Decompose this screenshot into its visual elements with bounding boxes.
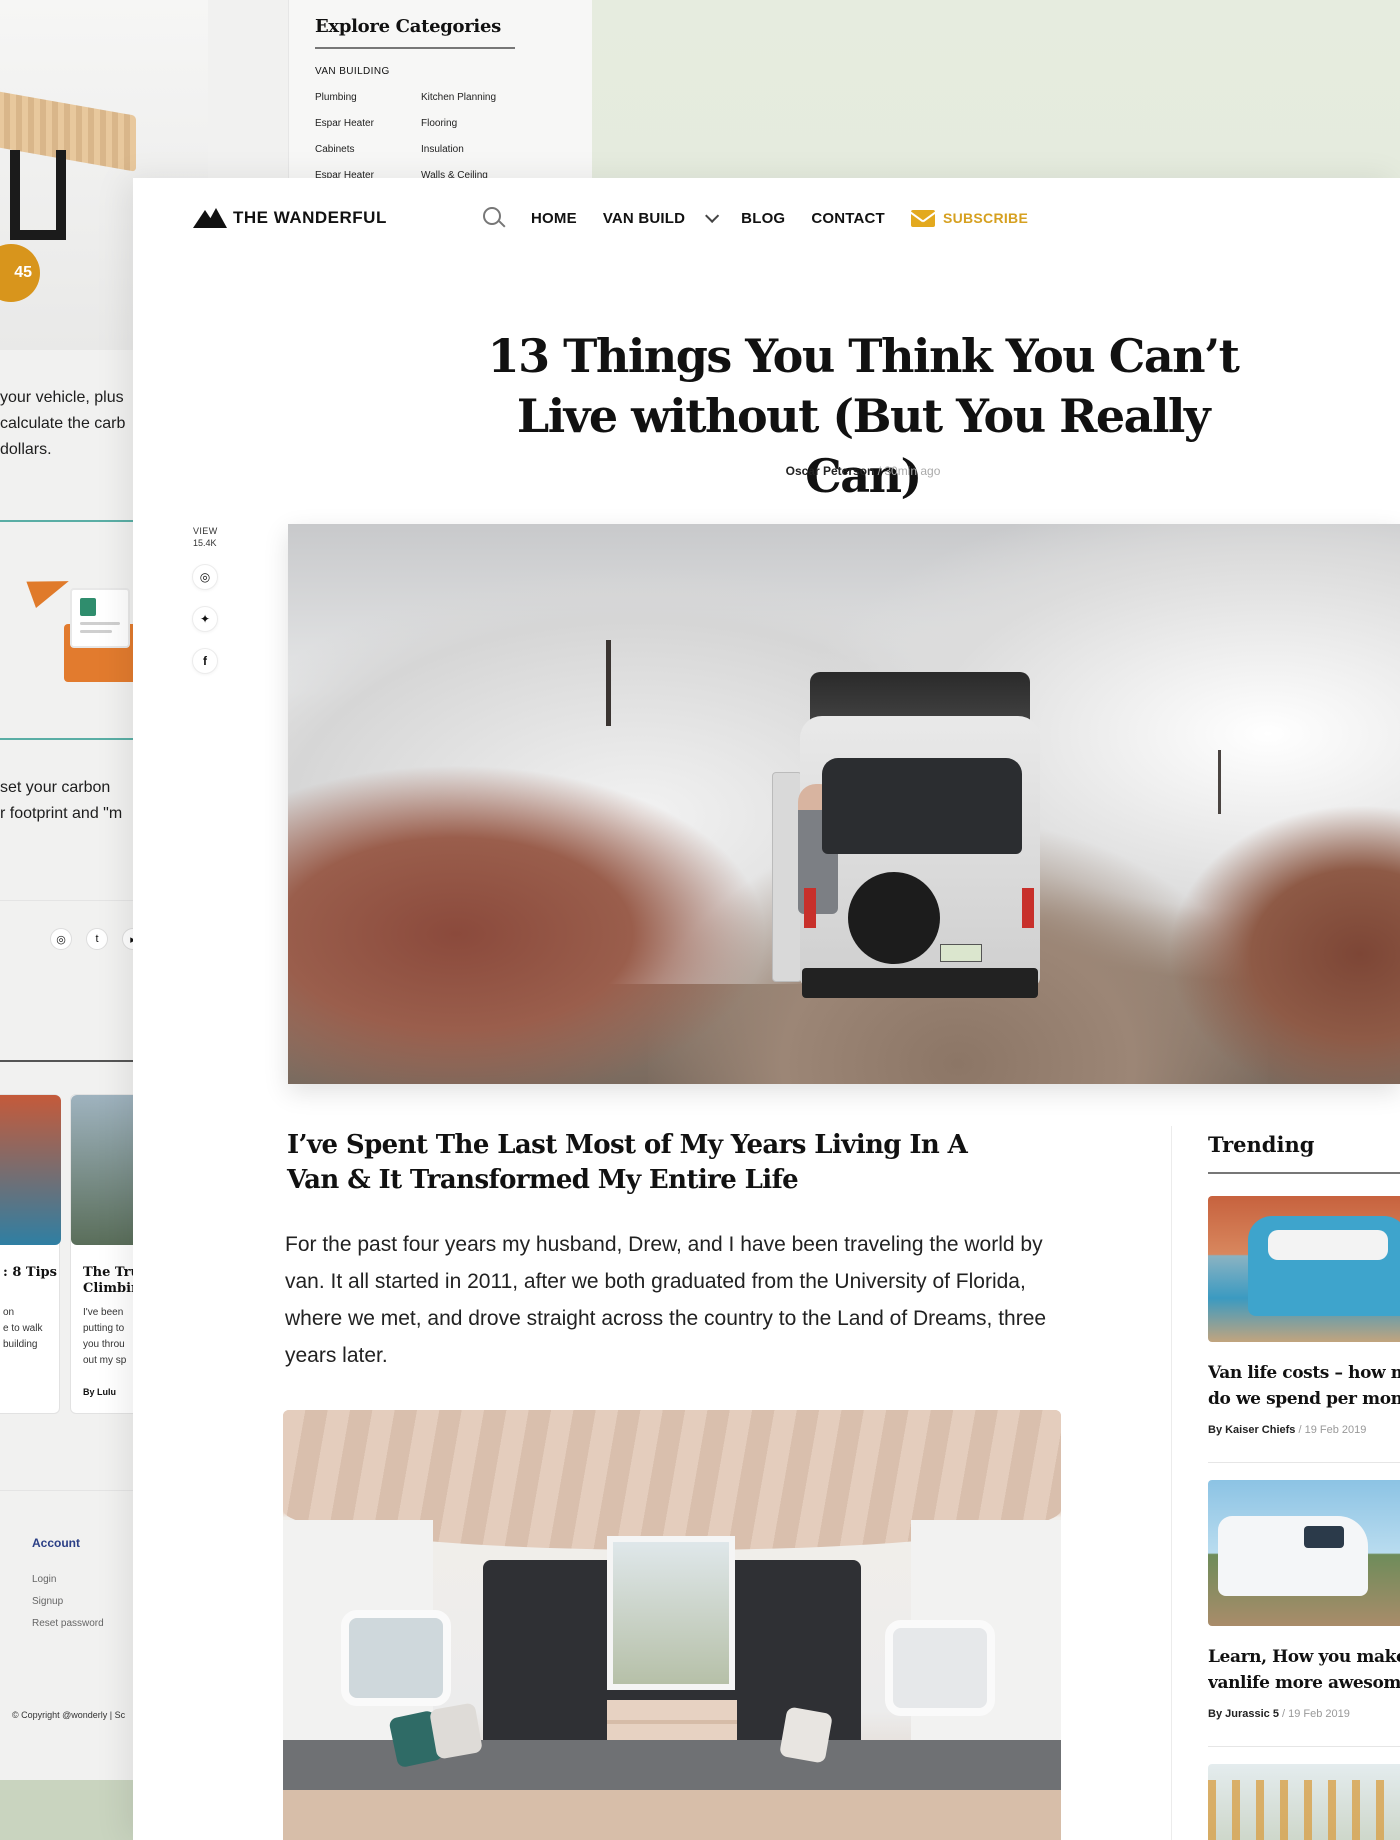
- publish-time: / 30min ago: [877, 464, 941, 478]
- category-link[interactable]: Espar Heater: [315, 118, 374, 129]
- trending-thumbnail: [1208, 1480, 1400, 1626]
- bg-text-line: r footprint and "m: [0, 805, 123, 822]
- trending-item-byline: By Kaiser Chiefs / 19 Feb 2019: [1208, 1424, 1367, 1436]
- footer-title: Account: [32, 1536, 80, 1550]
- mountain-icon: [193, 208, 227, 228]
- document-icon: [70, 588, 130, 648]
- bg-text-line: set your carbon: [0, 779, 111, 796]
- category-link[interactable]: Flooring: [421, 118, 457, 129]
- nav-van-build[interactable]: VAN BUILD: [603, 210, 685, 227]
- category-section: VAN BUILDING: [315, 66, 390, 77]
- article-byline: Oscar Peterson / 30min ago: [453, 464, 1273, 478]
- share-rail: VIEW 15.4K ◎ ✦ f: [192, 526, 233, 674]
- author-name[interactable]: Oscar Peterson: [786, 464, 875, 478]
- trending-thumbnail: [1208, 1764, 1400, 1840]
- article-subheading: I’ve Spent The Last Most of My Years Liv…: [287, 1130, 968, 1195]
- post-title: : 8 Tips: [3, 1265, 57, 1280]
- article-page: THE WANDERFUL HOME VAN BUILD BLOG CONTAC…: [133, 178, 1400, 1840]
- trending-thumbnail: [1208, 1196, 1400, 1342]
- paper-plane-icon: [26, 568, 74, 608]
- category-link[interactable]: Kitchen Planning: [421, 92, 496, 103]
- divider: [0, 900, 150, 901]
- divider: [1208, 1172, 1400, 1174]
- trending-item-title: Learn, How you make vanlife more awesome: [1208, 1647, 1400, 1693]
- category-link[interactable]: Cabinets: [315, 144, 354, 155]
- trending-item-title: Van life costs – how much do we spend pe…: [1208, 1363, 1400, 1409]
- bg-text-line: dollars.: [0, 441, 52, 458]
- interior-image: [283, 1410, 1061, 1840]
- subscribe-label: SUBSCRIBE: [942, 210, 1029, 226]
- newsletter-illustration: [26, 568, 154, 684]
- sidebar-divider: [1171, 1126, 1172, 1840]
- main-nav: HOME VAN BUILD BLOG CONTACT SUBSCRIBE: [483, 206, 1028, 230]
- subscribe-link[interactable]: SUBSCRIBE: [910, 209, 1029, 227]
- footer-link-signup[interactable]: Signup: [32, 1596, 63, 1607]
- logo-text: THE WANDERFUL: [233, 208, 387, 227]
- explore-categories-panel: Explore Categories VAN BUILDING Plumbing…: [288, 0, 592, 181]
- bg-post-card[interactable]: : 8 Tips on e to walk building: [0, 1094, 61, 1414]
- bg-text-line: your vehicle, plus: [0, 389, 124, 406]
- views-count: 15.4K: [193, 538, 217, 548]
- category-link[interactable]: Insulation: [421, 144, 464, 155]
- twitter-icon[interactable]: t: [86, 928, 108, 950]
- trending-title: Trending: [1208, 1132, 1315, 1157]
- post-author: By Lulu: [83, 1387, 116, 1397]
- post-title: The Tru Climbin: [83, 1265, 141, 1296]
- trending-item-byline: By Jurassic 5 / 19 Feb 2019: [1208, 1708, 1350, 1720]
- article-lead: For the past four years my husband, Drew…: [285, 1233, 1047, 1367]
- post-excerpt: on e to walk building: [3, 1307, 43, 1350]
- mail-icon: [910, 209, 935, 227]
- chevron-down-icon[interactable]: [705, 208, 720, 223]
- post-thumbnail: [0, 1095, 61, 1245]
- twitter-icon[interactable]: ✦: [192, 606, 218, 632]
- divider: [315, 47, 515, 49]
- footer-link-reset[interactable]: Reset password: [32, 1618, 104, 1629]
- hero-image: [288, 524, 1400, 1084]
- category-link[interactable]: Plumbing: [315, 92, 357, 103]
- nav-blog[interactable]: BLOG: [741, 210, 785, 227]
- divider: [0, 1060, 150, 1062]
- divider: [1208, 1462, 1400, 1463]
- trending-item[interactable]: Learn, How you make vanlife more awesome…: [1208, 1480, 1400, 1747]
- divider: [0, 738, 150, 740]
- post-excerpt: I've been putting to you throu out my sp: [83, 1307, 127, 1366]
- copyright: © Copyright @wonderly | Sc: [12, 1710, 126, 1720]
- van-illustration: [772, 672, 1048, 1002]
- nav-contact[interactable]: CONTACT: [811, 210, 885, 227]
- divider: [0, 1490, 150, 1491]
- bg-social-links: ◎ t ▸: [50, 928, 144, 950]
- divider: [1208, 1746, 1400, 1747]
- footer-link-login[interactable]: Login: [32, 1574, 56, 1585]
- bg-text-line: calculate the carb: [0, 415, 126, 432]
- nav-home[interactable]: HOME: [531, 210, 577, 227]
- divider: [0, 520, 150, 522]
- search-icon[interactable]: [483, 207, 506, 229]
- views-label: VIEW: [193, 526, 218, 536]
- site-logo[interactable]: THE WANDERFUL: [193, 208, 387, 228]
- instagram-icon[interactable]: ◎: [50, 928, 72, 950]
- article-title: 13 Things You Think You Can’t Live witho…: [487, 329, 1240, 503]
- trending-item[interactable]: Van life costs – how much do we spend pe…: [1208, 1196, 1400, 1463]
- facebook-icon[interactable]: f: [192, 648, 218, 674]
- explore-title: Explore Categories: [315, 16, 501, 37]
- trending-item[interactable]: [1208, 1764, 1400, 1840]
- instagram-icon[interactable]: ◎: [192, 564, 218, 590]
- bench-leg: [10, 150, 66, 240]
